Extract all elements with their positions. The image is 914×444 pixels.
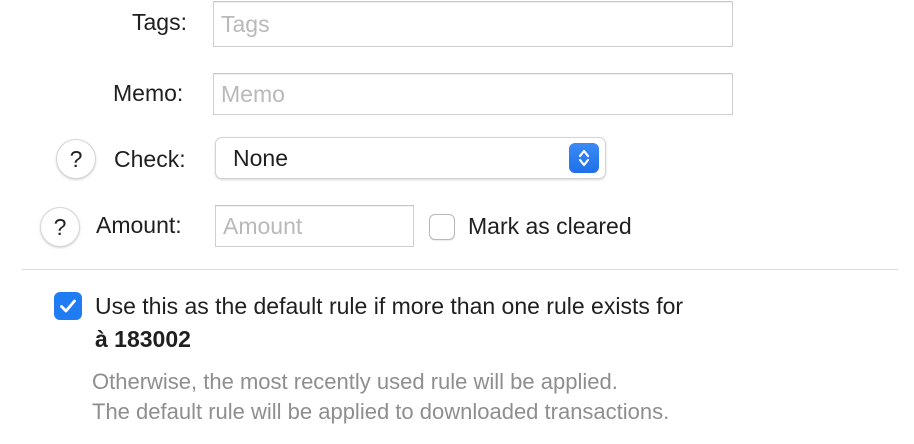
popup-stepper-icon <box>569 143 599 173</box>
default-rule-note-2: The default rule will be applied to down… <box>92 399 670 424</box>
question-mark-icon: ? <box>53 213 67 240</box>
check-help-button[interactable]: ? <box>56 139 96 179</box>
default-rule-checkbox[interactable] <box>54 292 82 320</box>
check-label: Check: <box>114 146 186 172</box>
check-selected-value: None <box>233 144 288 171</box>
mark-cleared-checkbox[interactable] <box>429 214 455 240</box>
tags-label: Tags: <box>132 9 187 35</box>
memo-input[interactable]: Memo <box>213 73 733 115</box>
amount-input[interactable]: Amount <box>215 205 414 247</box>
check-popup-button[interactable]: None <box>215 137 606 179</box>
memo-placeholder: Memo <box>221 80 285 107</box>
default-rule-note-1: Otherwise, the most recently used rule w… <box>92 369 618 394</box>
tags-input[interactable]: Tags <box>213 1 733 47</box>
amount-label: Amount: <box>96 212 182 238</box>
amount-help-button[interactable]: ? <box>40 207 80 247</box>
section-divider <box>22 269 898 270</box>
amount-placeholder: Amount <box>223 212 303 239</box>
question-mark-icon: ? <box>69 145 83 172</box>
tags-placeholder: Tags <box>221 10 270 37</box>
memo-label: Memo: <box>113 80 184 106</box>
default-rule-label[interactable]: Use this as the default rule if more tha… <box>95 293 683 320</box>
checkmark-icon <box>60 299 76 313</box>
default-rule-payee: à 183002 <box>95 326 191 352</box>
mark-cleared-label[interactable]: Mark as cleared <box>468 213 632 240</box>
